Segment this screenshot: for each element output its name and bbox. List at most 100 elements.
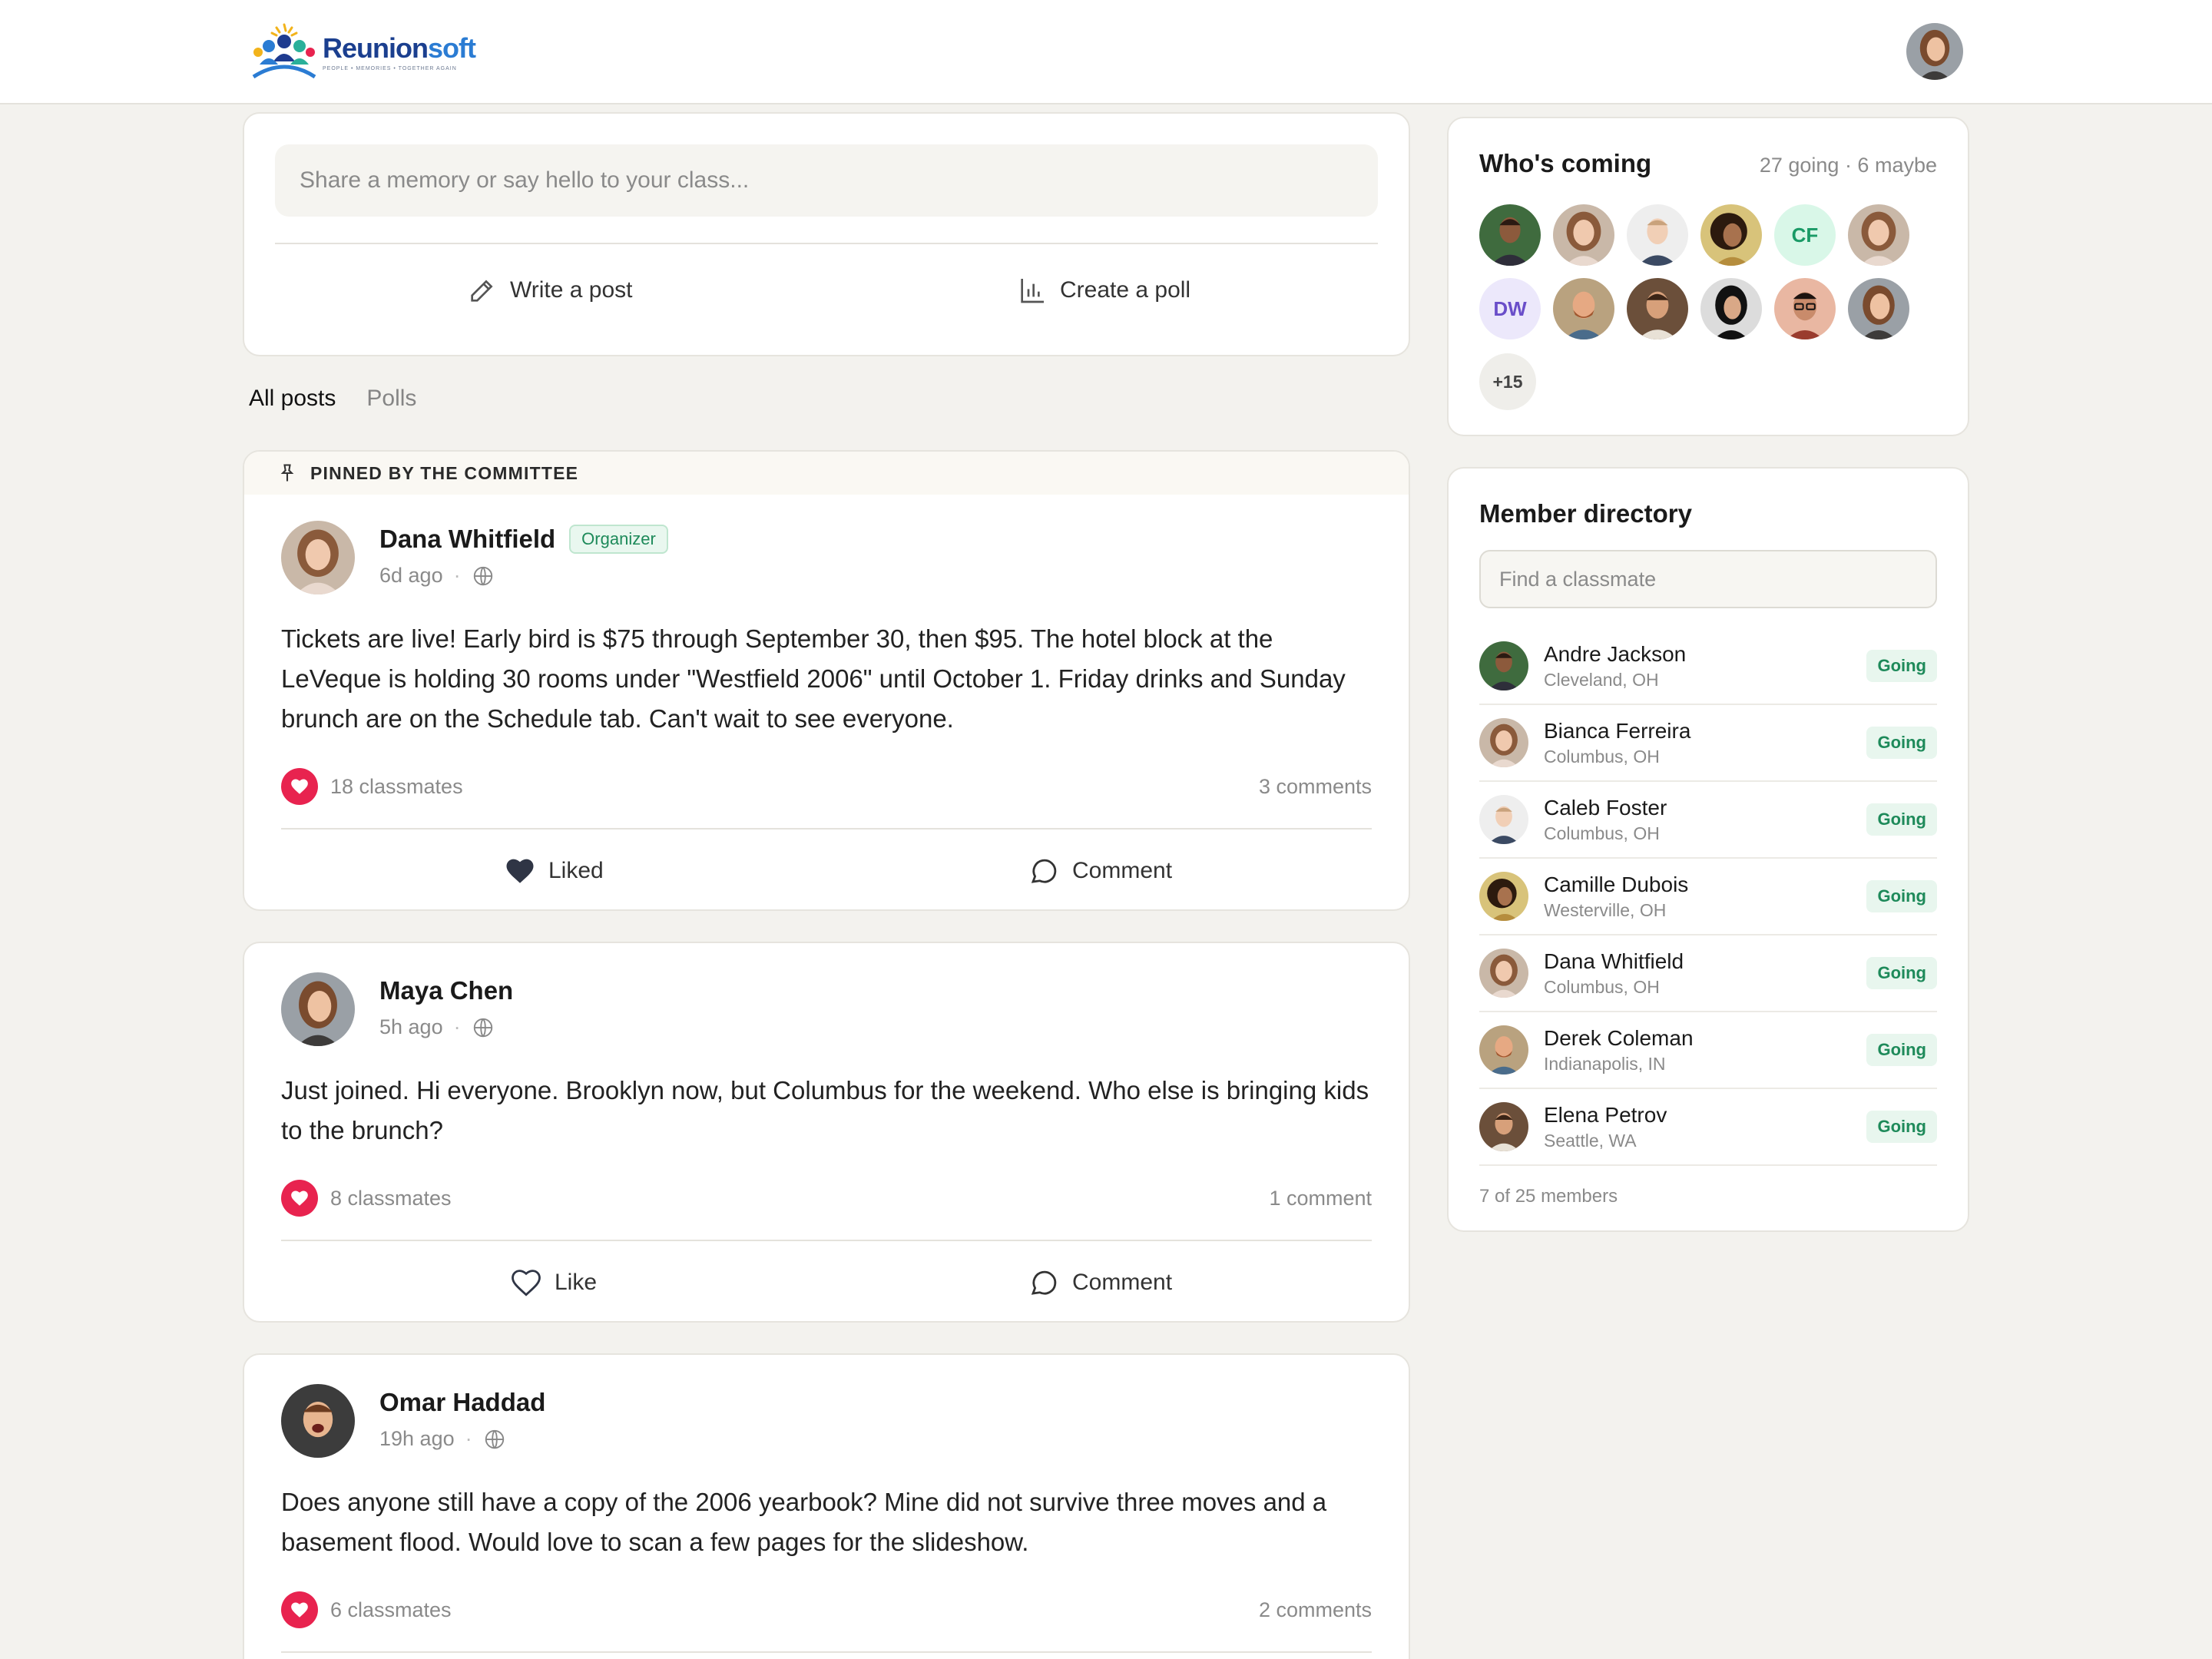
avatar[interactable] [281,1384,355,1458]
heart-badge-icon [281,768,318,805]
avatar [1479,949,1528,998]
member-location: Westerville, OH [1544,899,1667,920]
author-name[interactable]: Dana Whitfield [379,525,555,554]
comment-button[interactable]: Comment [1028,1260,1172,1306]
avatar[interactable] [281,521,355,594]
status-badge: Going [1866,650,1937,682]
composer-input[interactable] [275,144,1378,217]
attendance-count: 27 going · 6 maybe [1759,154,1937,177]
tab-all-posts[interactable]: All posts [249,386,336,412]
status-badge: Going [1866,1034,1937,1066]
member-location: Columbus, OH [1544,823,1660,843]
like-count[interactable]: 8 classmates [281,1180,452,1217]
brand-name: Reunionsoft [323,32,476,64]
likes-text: 18 classmates [330,774,463,798]
attendee-avatar[interactable] [1700,278,1762,339]
status-badge: Going [1866,803,1937,836]
status-badge: Going [1866,957,1937,989]
speech-bubble-icon [1031,1270,1057,1295]
time-ago: 5h ago [379,1015,443,1038]
bar-chart-icon [1021,279,1044,303]
member-row[interactable]: Elena Petrov Seattle, WA Going [1479,1089,1937,1166]
organizer-badge: Organizer [569,525,668,554]
attendee-avatar[interactable] [1479,204,1541,266]
attendee-initials[interactable]: DW [1479,278,1541,339]
create-poll-button[interactable]: Create a poll [1017,260,1190,321]
create-poll-label: Create a poll [1060,277,1191,303]
member-row[interactable]: Caleb Foster Columbus, OH Going [1479,782,1937,859]
attendee-avatar[interactable] [1553,278,1614,339]
attendee-avatar[interactable] [1848,204,1909,266]
attendee-avatar[interactable] [1774,278,1836,339]
whos-coming-card: Who's coming 27 going · 6 maybe CF DW +1… [1447,117,1969,436]
like-count[interactable]: 18 classmates [281,768,463,805]
avatar[interactable] [281,972,355,1046]
post-header: Dana Whitfield Organizer 6d ago · [281,521,668,594]
like-label: Liked [548,858,604,883]
avatar [1479,1102,1528,1151]
attendee-initials[interactable]: CF [1774,204,1836,266]
top-bar: Reunionsoft PEOPLE • MEMORIES • TOGETHER… [0,0,2212,104]
post-body: Does anyone still have a copy of the 200… [281,1488,1327,1556]
likes-text: 6 classmates [330,1598,452,1621]
member-row[interactable]: Derek Coleman Indianapolis, IN Going [1479,1012,1937,1089]
like-button[interactable]: Like [510,1260,597,1306]
member-name: Bianca Ferreira [1544,718,1691,743]
author-name[interactable]: Maya Chen [379,976,513,1005]
brand-logo[interactable]: Reunionsoft PEOPLE • MEMORIES • TOGETHER… [250,23,476,81]
post-composer: Write a post Create a poll [243,112,1410,356]
write-post-button[interactable]: Write a post [467,260,633,321]
feed-tabs: All posts Polls [249,386,416,412]
post-timestamp: 19h ago · [379,1427,545,1451]
member-row[interactable]: Bianca Ferreira Columbus, OH Going [1479,705,1937,782]
member-location: Columbus, OH [1544,746,1660,767]
like-count[interactable]: 6 classmates [281,1591,452,1628]
time-ago: 19h ago [379,1427,455,1450]
attendee-avatar[interactable] [1627,278,1688,339]
comment-label: Comment [1072,858,1173,883]
avatar [1479,1025,1528,1075]
directory-count: 7 of 25 members [1479,1186,1618,1207]
heart-filled-icon [506,859,534,883]
more-attendees-button[interactable]: +15 [1479,353,1536,410]
avatar [1479,641,1528,690]
comment-count[interactable]: 3 comments [1259,775,1372,799]
comment-count[interactable]: 2 comments [1259,1598,1372,1622]
post-stats: 18 classmates 3 comments [281,768,1372,805]
globe-icon [473,566,492,585]
time-ago: 6d ago [379,564,443,587]
like-label: Like [555,1270,598,1295]
member-location: Columbus, OH [1544,976,1660,997]
like-button[interactable]: Liked [504,848,604,894]
globe-icon [473,1018,492,1037]
divider [281,1651,1372,1653]
member-name: Caleb Foster [1544,795,1667,820]
member-row[interactable]: Andre Jackson Cleveland, OH Going [1479,628,1937,705]
post: Maya Chen 5h ago · Just joined. Hi everyo… [243,942,1410,1323]
member-name: Derek Coleman [1544,1025,1694,1050]
comment-count[interactable]: 1 comment [1269,1187,1372,1210]
comment-label: Comment [1072,1270,1173,1295]
user-avatar[interactable] [1906,23,1963,80]
attendee-avatar[interactable] [1627,204,1688,266]
attendee-avatar[interactable] [1700,204,1762,266]
classmate-search-input[interactable] [1479,550,1937,608]
attendee-avatar[interactable] [1848,278,1909,339]
member-row[interactable]: Camille Dubois Westerville, OH Going [1479,859,1937,935]
member-location: Seattle, WA [1544,1130,1637,1151]
tab-polls[interactable]: Polls [366,386,416,412]
member-row[interactable]: Dana Whitfield Columbus, OH Going [1479,935,1937,1012]
comment-button[interactable]: Comment [1028,848,1172,894]
status-badge: Going [1866,1111,1937,1143]
post-header: Omar Haddad 19h ago · [281,1384,545,1458]
pencil-icon [471,280,493,302]
author-name[interactable]: Omar Haddad [379,1388,545,1417]
post-stats: 8 classmates 1 comment [281,1180,1372,1217]
post: Omar Haddad 19h ago · Does anyone still h… [243,1353,1410,1659]
heart-badge-icon [281,1591,318,1628]
brand-tagline: PEOPLE • MEMORIES • TOGETHER AGAIN [323,66,457,71]
post-timestamp: 5h ago · [379,1015,513,1039]
status-badge: Going [1866,880,1937,912]
member-location: Cleveland, OH [1544,669,1659,690]
attendee-avatar[interactable] [1553,204,1614,266]
